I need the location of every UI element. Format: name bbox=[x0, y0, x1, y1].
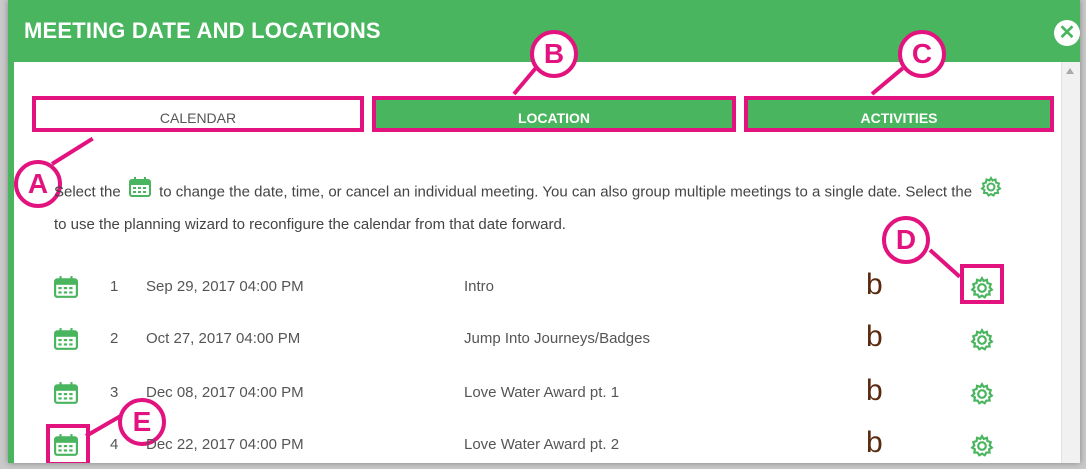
gear-icon bbox=[980, 176, 1002, 209]
scrollbar[interactable] bbox=[1061, 62, 1080, 463]
meeting-number: 1 bbox=[110, 278, 119, 295]
instructions-part3: to use the planning wizard to reconfigur… bbox=[54, 216, 566, 233]
tab-activities[interactable]: ACTIVITIES bbox=[744, 96, 1054, 132]
gear-icon[interactable] bbox=[970, 382, 994, 411]
callout-a-line bbox=[50, 136, 94, 166]
callout-c: C bbox=[898, 30, 946, 78]
dialog-title: MEETING DATE AND LOCATIONS bbox=[24, 18, 381, 43]
calendar-icon bbox=[128, 177, 151, 208]
tab-location[interactable]: LOCATION bbox=[372, 96, 736, 132]
calendar-icon[interactable] bbox=[54, 434, 78, 461]
meeting-number: 4 bbox=[110, 436, 119, 453]
meeting-date: Sep 29, 2017 04:00 PM bbox=[146, 278, 304, 295]
gear-icon[interactable] bbox=[970, 434, 994, 463]
meeting-row: 4 Dec 22, 2017 04:00 PM Love Water Award… bbox=[8, 426, 1058, 463]
meeting-title: Love Water Award pt. 2 bbox=[464, 436, 620, 453]
meeting-dialog: MEETING DATE AND LOCATIONS ✕ CALENDAR LO… bbox=[8, 0, 1080, 463]
tab-calendar[interactable]: CALENDAR bbox=[32, 96, 364, 132]
calendar-icon[interactable] bbox=[54, 276, 78, 303]
meeting-title: Love Water Award pt. 1 bbox=[464, 384, 620, 401]
meeting-b-glyph: b bbox=[866, 268, 883, 301]
meeting-b-glyph: b bbox=[866, 426, 883, 459]
meeting-number: 3 bbox=[110, 384, 119, 401]
meeting-date: Dec 08, 2017 04:00 PM bbox=[146, 384, 304, 401]
meeting-b-glyph: b bbox=[866, 374, 883, 407]
gear-icon[interactable] bbox=[970, 328, 994, 357]
callout-c-line bbox=[870, 66, 904, 96]
meeting-b-glyph: b bbox=[866, 320, 883, 353]
callout-b: B bbox=[530, 30, 578, 78]
instructions-part2: to change the date, time, or cancel an i… bbox=[159, 183, 973, 201]
meeting-row: 2 Oct 27, 2017 04:00 PM Jump Into Journe… bbox=[8, 320, 1058, 358]
callout-d: D bbox=[882, 216, 930, 264]
meeting-number: 2 bbox=[110, 330, 119, 347]
calendar-icon[interactable] bbox=[54, 328, 78, 355]
calendar-icon[interactable] bbox=[54, 382, 78, 409]
gear-icon[interactable] bbox=[970, 276, 994, 305]
instructions-text: Select the to change the date, time, or … bbox=[54, 176, 1014, 240]
scroll-up-arrow-icon[interactable] bbox=[1066, 68, 1074, 74]
meeting-row: 1 Sep 29, 2017 04:00 PM Intro b bbox=[8, 268, 1058, 306]
meeting-date: Dec 22, 2017 04:00 PM bbox=[146, 436, 304, 453]
meeting-title: Intro bbox=[464, 278, 495, 295]
close-icon[interactable]: ✕ bbox=[1054, 20, 1080, 46]
meeting-title: Jump Into Journeys/Badges bbox=[464, 330, 650, 347]
instructions-part1: Select the bbox=[54, 183, 121, 201]
meeting-row: 3 Dec 08, 2017 04:00 PM Love Water Award… bbox=[8, 374, 1058, 412]
meeting-date: Oct 27, 2017 04:00 PM bbox=[146, 330, 301, 347]
